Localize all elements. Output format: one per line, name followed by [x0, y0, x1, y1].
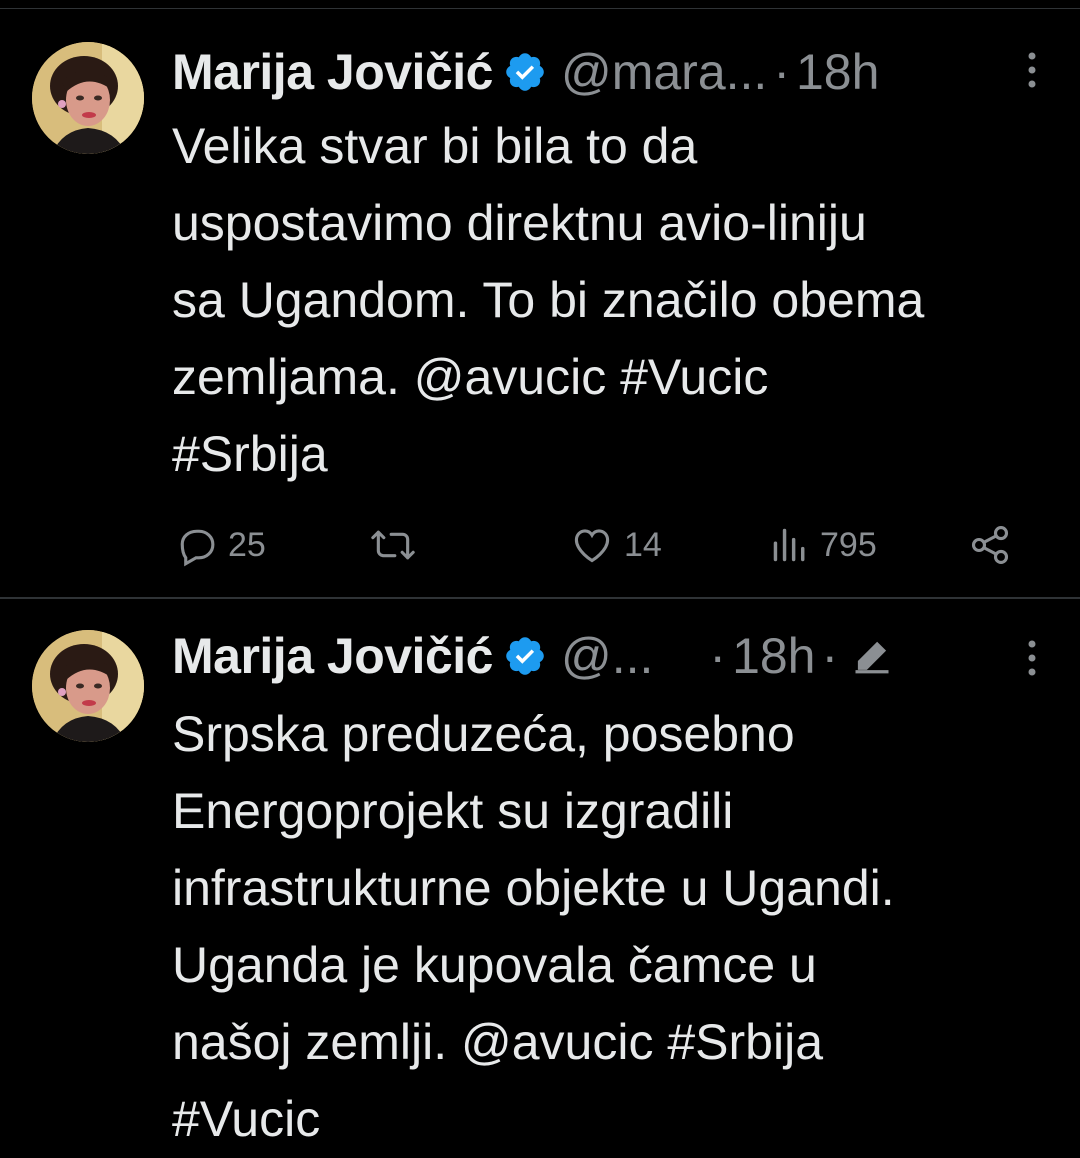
tweet-divider	[0, 597, 1080, 599]
views-button[interactable]: 795	[770, 520, 877, 570]
avatar[interactable]	[32, 630, 144, 742]
author-name[interactable]: Marija Jovičić	[172, 43, 493, 101]
views-count: 795	[820, 525, 877, 564]
author-name[interactable]: Marija Jovičić	[172, 627, 493, 685]
retweet-icon	[371, 530, 415, 560]
tweet-text: Srpska preduzeća, posebno Energoprojekt …	[172, 706, 895, 1147]
author-handle[interactable]: @...	[561, 627, 653, 685]
reply-count: 25	[228, 525, 266, 564]
verified-badge-icon	[506, 53, 544, 91]
top-divider	[0, 8, 1080, 9]
like-count: 14	[624, 525, 662, 564]
timestamp[interactable]: 18h	[732, 627, 815, 685]
retweet-button[interactable]	[368, 520, 418, 570]
verified-badge-icon	[506, 637, 544, 675]
tweet[interactable]: Marija Jovičić @mara... · 18h Velika stv…	[0, 20, 1080, 596]
tweet-header: Marija Jovičić @mara... · 18h	[172, 42, 1052, 102]
views-icon	[773, 528, 805, 562]
share-icon	[971, 526, 1009, 564]
separator-dot: ·	[773, 44, 790, 100]
tweet-text: Velika stvar bi bila to da uspostavimo d…	[172, 118, 925, 482]
reply-icon	[180, 529, 215, 567]
separator-dot: ·	[709, 628, 727, 684]
author-handle[interactable]: @mara...	[561, 43, 767, 101]
separator-dot: ·	[821, 628, 839, 684]
reply-button[interactable]: 25	[174, 520, 266, 570]
avatar[interactable]	[32, 42, 144, 154]
tweet-header: Marija Jovičić @... · 18h ·	[172, 626, 1052, 686]
more-vertical-icon[interactable]	[1026, 638, 1038, 678]
tweet[interactable]: Marija Jovičić @... · 18h · Srpska predu…	[0, 612, 1080, 1154]
timestamp[interactable]: 18h	[796, 43, 879, 101]
heart-icon	[574, 529, 610, 563]
share-button[interactable]	[968, 520, 1012, 570]
like-button[interactable]: 14	[570, 520, 662, 570]
more-vertical-icon[interactable]	[1026, 50, 1038, 90]
tweet-actions: 25 14 795	[172, 520, 1022, 570]
edit-pencil-icon[interactable]	[850, 634, 894, 678]
